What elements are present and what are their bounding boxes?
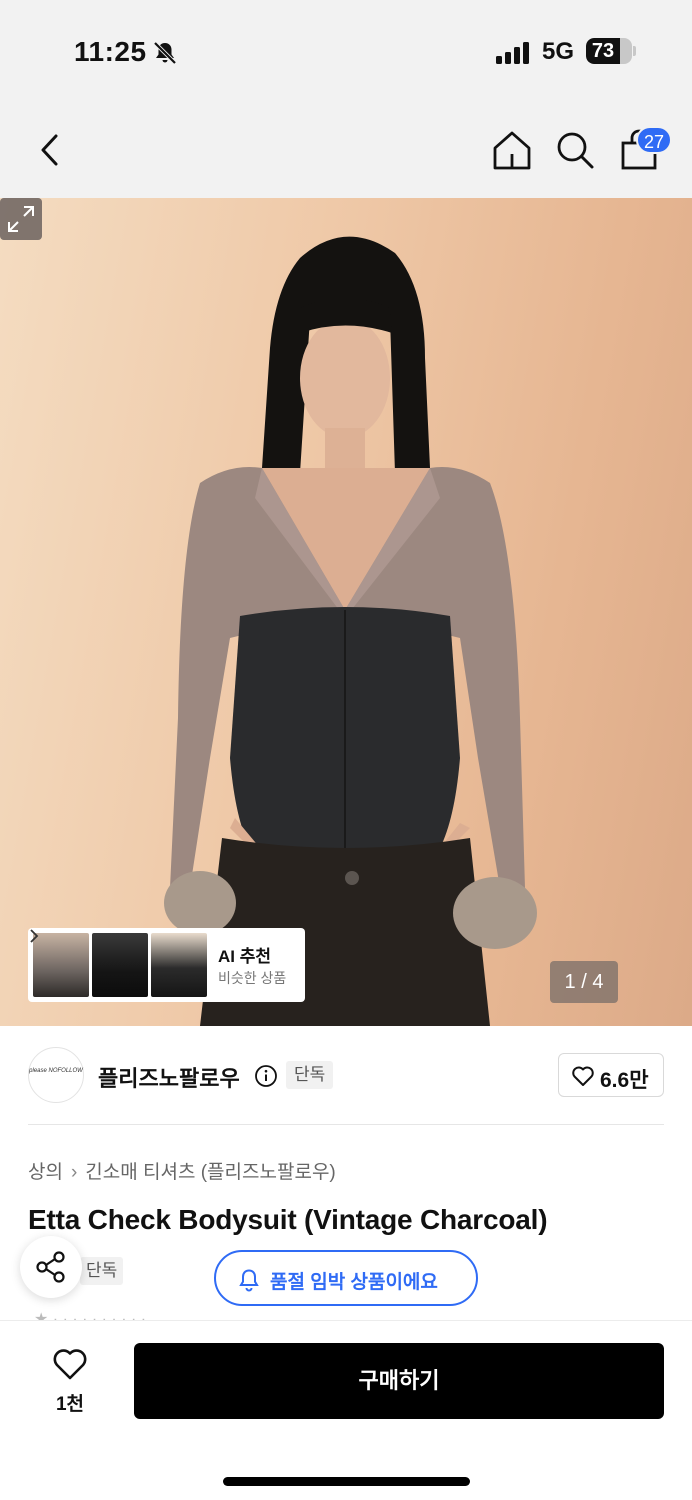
image-page-indicator: 1 / 4 <box>550 961 618 1003</box>
status-bar: 11:25 5G 73 <box>0 0 692 100</box>
status-time: 11:25 <box>74 36 147 67</box>
battery-icon: 73 <box>586 38 632 64</box>
heart-outline-icon <box>53 1349 87 1380</box>
recommendation-thumbnail <box>33 933 89 997</box>
bell-off-icon <box>153 41 177 65</box>
search-icon[interactable] <box>553 128 597 172</box>
expand-icon[interactable] <box>0 198 42 240</box>
info-icon[interactable] <box>254 1064 278 1088</box>
wishlist-count: 1천 <box>55 1394 85 1415</box>
recommendation-thumbnail <box>151 933 207 997</box>
ai-recommendation-subtitle: 비슷한 상품 <box>218 970 287 986</box>
battery-level: 73 <box>591 40 615 62</box>
stock-alert-text: 품절 임박 상품이에요 <box>270 1272 438 1293</box>
chevron-right-icon: › <box>70 1162 78 1183</box>
signal-icon <box>496 42 529 64</box>
divider <box>28 1124 664 1125</box>
rating-row-peek: ★ · · · · · · · · · · <box>34 1312 146 1320</box>
product-title: Etta Check Bodysuit (Vintage Charcoal) <box>28 1204 548 1235</box>
model-photo <box>164 236 537 1026</box>
product-image[interactable]: AI 추천 비슷한 상품 1 / 4 <box>0 198 692 1026</box>
chevron-right-icon <box>30 929 39 943</box>
home-icon[interactable] <box>490 128 534 172</box>
breadcrumb-item[interactable]: 상의 <box>28 1162 63 1183</box>
brand-name[interactable]: 플리즈노팔로우 <box>98 1061 240 1093</box>
breadcrumb-item[interactable]: 긴소매 티셔츠 (플리즈노팔로우) <box>85 1162 335 1183</box>
chevron-left-icon[interactable] <box>28 128 72 172</box>
brand-logo-text: please NOFOLLOW <box>29 1068 83 1074</box>
bottom-purchase-bar: 1천 구매하기 <box>0 1320 692 1500</box>
cart-count-badge: 27 <box>636 126 672 154</box>
stock-alert-button[interactable]: 품절 임박 상품이에요 <box>214 1250 478 1306</box>
bell-icon <box>239 1269 259 1292</box>
wishlist-button[interactable]: 1천 <box>38 1345 102 1415</box>
network-type: 5G <box>542 38 575 65</box>
home-indicator <box>223 1477 470 1486</box>
ai-recommendation-card[interactable]: AI 추천 비슷한 상품 <box>28 928 305 1002</box>
share-button[interactable] <box>20 1236 82 1298</box>
breadcrumb: 상의 › 긴소매 티셔츠 (플리즈노팔로우) <box>28 1157 336 1184</box>
buy-button[interactable]: 구매하기 <box>134 1343 664 1419</box>
top-nav <box>0 100 692 198</box>
exclusive-tag: 단독 <box>286 1061 334 1089</box>
recommendation-thumbnail <box>92 933 148 997</box>
ai-recommendation-title: AI 추천 <box>218 947 272 966</box>
exclusive-tag: 단독 <box>80 1257 124 1285</box>
brand-like-button[interactable]: 6.6만 <box>558 1053 664 1097</box>
battery-tip <box>633 46 636 56</box>
heart-outline-icon <box>572 1066 594 1086</box>
brand-logo[interactable]: please NOFOLLOW <box>28 1047 84 1103</box>
brand-like-count: 6.6만 <box>600 1069 649 1092</box>
share-icon <box>36 1251 65 1283</box>
